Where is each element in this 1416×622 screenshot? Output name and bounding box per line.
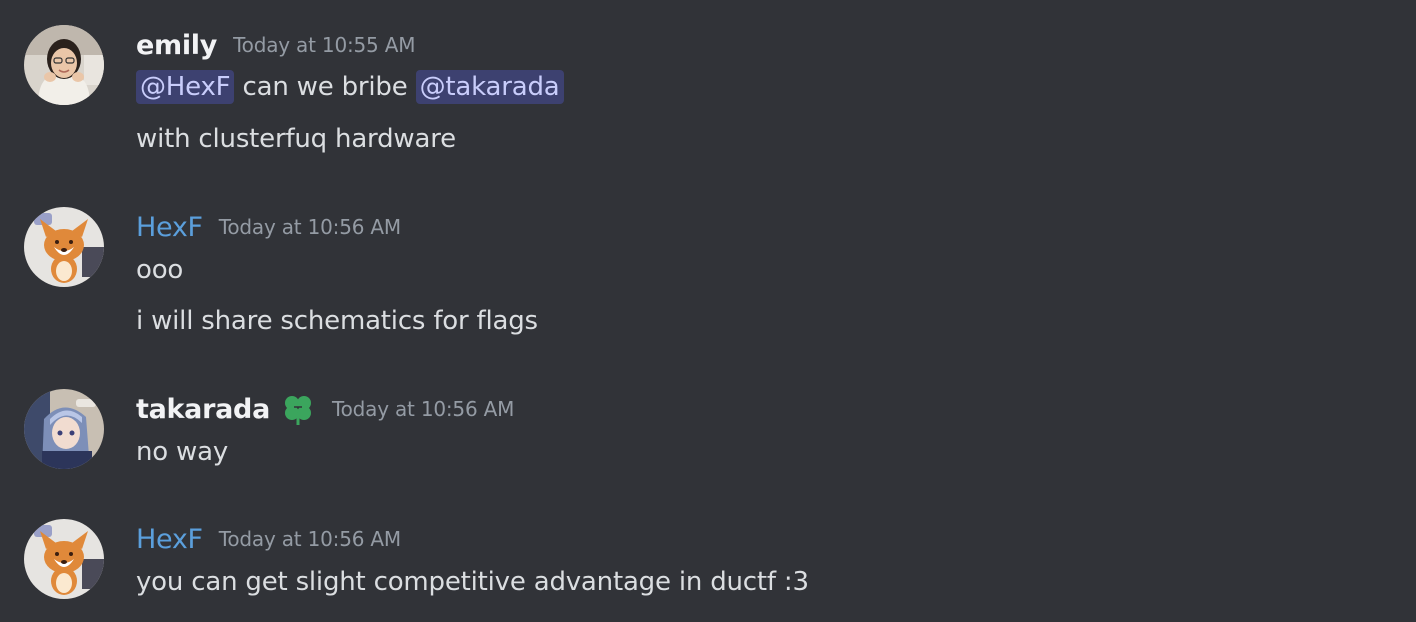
timestamp[interactable]: Today at 10:55 AM	[233, 33, 415, 57]
username[interactable]: HexF	[136, 212, 203, 243]
corgi-avatar-icon	[24, 519, 104, 599]
user-avatar[interactable]	[24, 207, 104, 287]
message-line: you can get slight competitive advantage…	[136, 562, 809, 602]
message-text: can we bribe	[234, 72, 416, 102]
clover-icon-svg	[284, 396, 311, 425]
message-text: with clusterfuq hardware	[136, 124, 456, 154]
user-photo-avatar-icon	[24, 25, 104, 105]
timestamp[interactable]: Today at 10:56 AM	[332, 397, 514, 421]
message-header: emily Today at 10:55 AM	[136, 25, 415, 65]
timestamp[interactable]: Today at 10:56 AM	[219, 215, 401, 239]
user-avatar[interactable]	[24, 389, 104, 469]
mention-takarada[interactable]: @takarada	[415, 70, 564, 104]
username[interactable]: HexF	[136, 524, 203, 555]
mention-hexf[interactable]: @HexF	[136, 70, 235, 104]
message-header: HexF Today at 10:56 AM	[136, 207, 401, 247]
message-header: takarada Today at 10:56 AM	[136, 389, 514, 429]
username[interactable]: emily	[136, 30, 217, 61]
corgi-avatar-icon	[24, 207, 104, 287]
message-text: i will share schematics for flags	[136, 306, 538, 336]
message-line: no way	[136, 432, 228, 472]
green-clover-icon[interactable]	[280, 391, 316, 427]
message-header: HexF Today at 10:56 AM	[136, 519, 401, 559]
message-text: ooo	[136, 255, 184, 285]
message-text: you can get slight competitive advantage…	[136, 567, 809, 597]
chat-messages: emily Today at 10:55 AM @HexF can we bri…	[0, 0, 1416, 622]
message-line: @HexF can we bribe @takarada	[136, 67, 564, 107]
user-avatar[interactable]	[24, 25, 104, 105]
message-line: ooo	[136, 250, 183, 290]
anime-avatar-icon	[24, 389, 104, 469]
message-text: no way	[136, 437, 229, 467]
timestamp[interactable]: Today at 10:56 AM	[219, 527, 401, 551]
username[interactable]: takarada	[136, 394, 270, 425]
message-line: with clusterfuq hardware	[136, 119, 456, 159]
user-avatar[interactable]	[24, 519, 104, 599]
message-line: i will share schematics for flags	[136, 301, 538, 341]
